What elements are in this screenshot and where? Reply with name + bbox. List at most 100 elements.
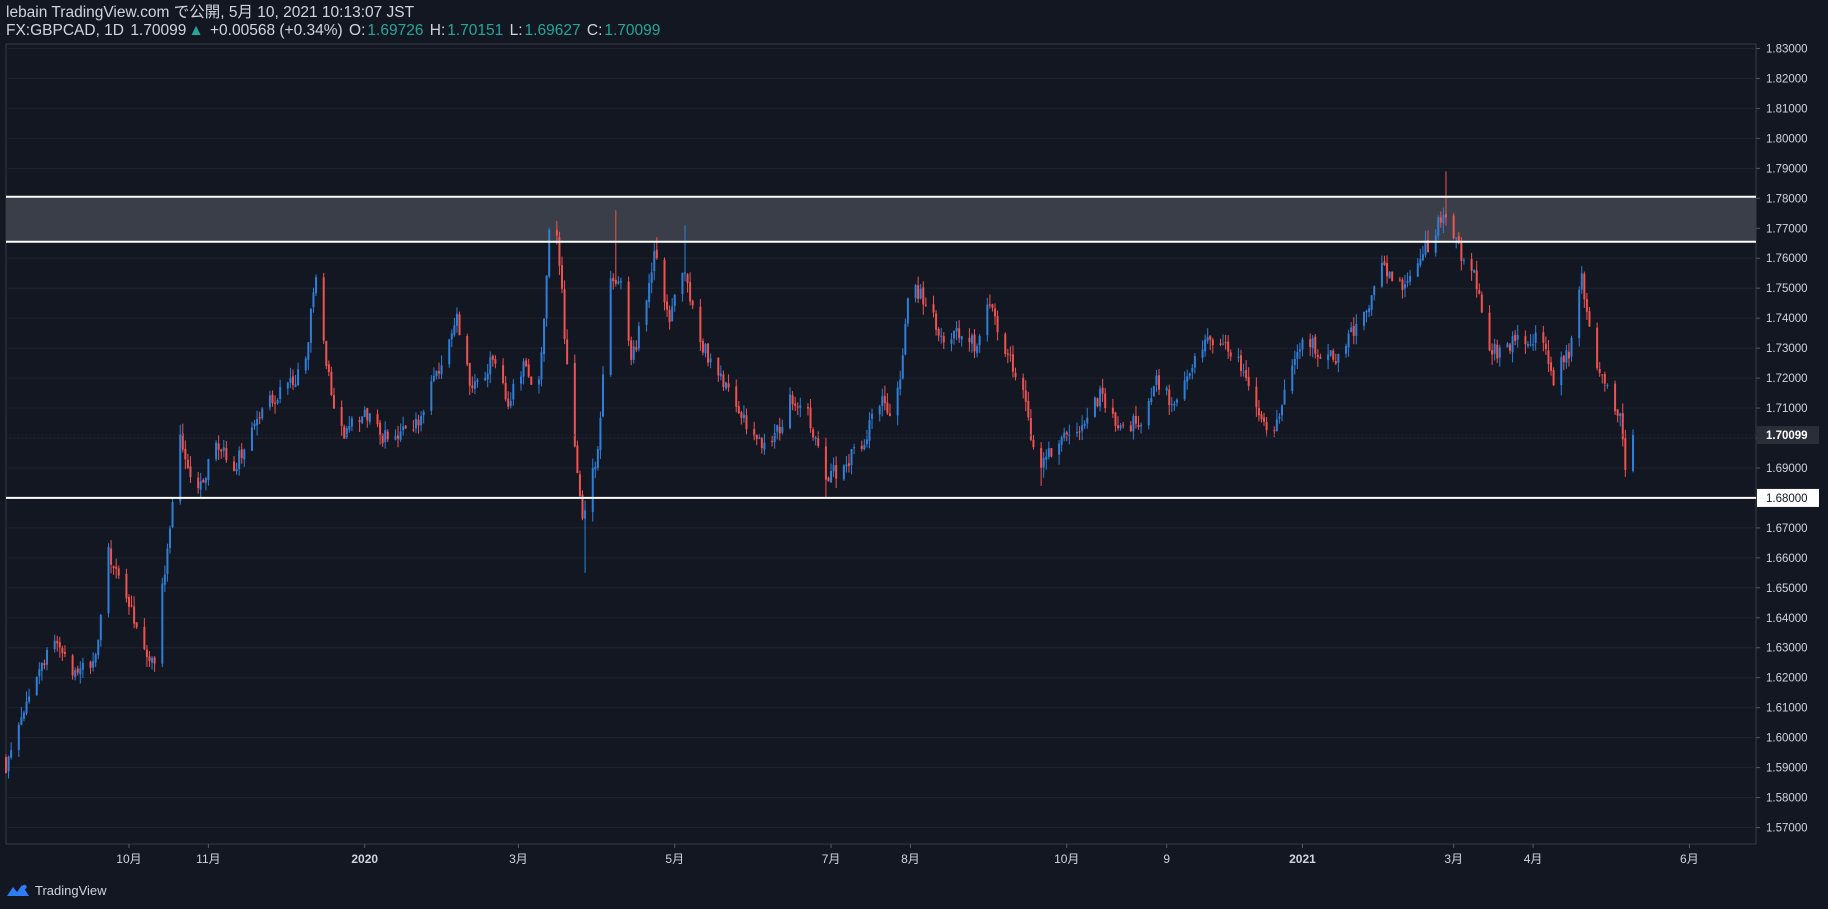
candle-body [1042,457,1045,468]
candle-body [289,378,292,383]
candle-body [1129,425,1132,432]
candle-body [53,640,56,650]
candle-body [525,360,528,367]
candle-body [135,622,138,628]
candle-body [435,370,438,377]
candle-body [901,355,904,379]
y-tick-label: 1.63000 [1766,643,1808,655]
candle-series[interactable] [5,171,1635,779]
candle-body [668,309,671,323]
candle-body [330,371,333,396]
candle-body [1442,214,1445,224]
candle-body [976,346,979,354]
candle-body [261,408,264,419]
candle-body [235,468,238,471]
candle-body [655,249,658,258]
candle-body [1355,323,1358,336]
candle-body [1086,417,1089,424]
candle-body [988,304,991,306]
candle-body [1280,405,1283,416]
candle-body [978,336,981,346]
candle-body [189,466,192,478]
candle-body [250,427,253,451]
candle-body [919,288,922,299]
candle-body [507,398,510,407]
candle-body [297,369,300,386]
candlestick-chart[interactable]: 1.83000 1.82000 1.81000 1.80000 1.79000 1.780… [0,0,1828,909]
candle-body [133,606,136,624]
candle-body [1309,339,1312,347]
candle-body [1365,310,1368,313]
candle-body [325,340,328,367]
resistance-zone[interactable] [6,196,1756,242]
horizontal-lines[interactable] [6,195,1756,499]
candle-body [648,282,651,303]
candle-body [699,306,702,343]
candle-body [414,418,417,429]
y-tick-label: 1.77000 [1766,223,1808,235]
candle-body [256,418,259,426]
footer-brand[interactable]: TradingView [6,880,107,900]
candle-body [1298,349,1301,352]
candle-body [1562,355,1565,363]
candle-body [1462,260,1465,262]
candle-body [1567,351,1570,359]
last-price-label: 1.70099 [1766,430,1808,442]
candle-body [92,661,95,668]
candle-body [1032,439,1035,448]
candle-body [1345,345,1348,354]
candle-body [758,437,761,440]
candle-body [612,277,615,282]
candle-body [1455,237,1458,239]
candle-body [1137,425,1140,427]
candle-body [99,615,102,641]
candle-body [863,444,866,450]
candle-body [1350,327,1353,333]
candle-body [1209,335,1212,340]
candle-body [1083,423,1086,426]
candle-body [1222,343,1225,345]
candle-body [153,657,156,664]
candle-body [1542,332,1545,343]
candle-body [1260,414,1263,420]
y-tick-label: 1.58000 [1766,793,1808,805]
candle-body [832,465,835,472]
candle-body [1201,349,1204,358]
candle-body [707,343,710,363]
candle-body [1532,344,1535,346]
candle-body [1329,350,1332,356]
candle-body [484,377,487,381]
candle-body [1122,424,1125,426]
candle-body [1347,333,1350,348]
candle-body [881,396,884,406]
candle-body [1247,376,1250,387]
candle-body [258,417,261,419]
candle-body [1101,387,1104,394]
candle-body [179,434,182,502]
candle-body [1245,370,1248,379]
candle-body [1398,279,1401,281]
candle-body [630,340,633,360]
candle-body [455,313,458,326]
candle-body [127,597,130,607]
candle-body [1529,344,1532,346]
candle-body [1373,286,1376,296]
candle-body [745,415,748,430]
candle-body [1352,326,1355,336]
candle-body [345,428,348,438]
candle-body [1401,279,1404,290]
candle-body [1239,355,1242,371]
y-tick-label: 1.69000 [1766,463,1808,475]
candle-body [1585,299,1588,312]
candle-body [1119,425,1122,429]
candle-body [806,407,809,409]
candle-body [125,573,128,599]
candle-body [394,436,397,440]
x-tick-label: 3月 [509,852,528,866]
candle-body [1047,448,1050,457]
candle-body [322,277,325,341]
candle-body [1480,294,1483,313]
candle-body [917,285,920,299]
candle-body [74,670,77,678]
candle-body [1311,338,1314,349]
